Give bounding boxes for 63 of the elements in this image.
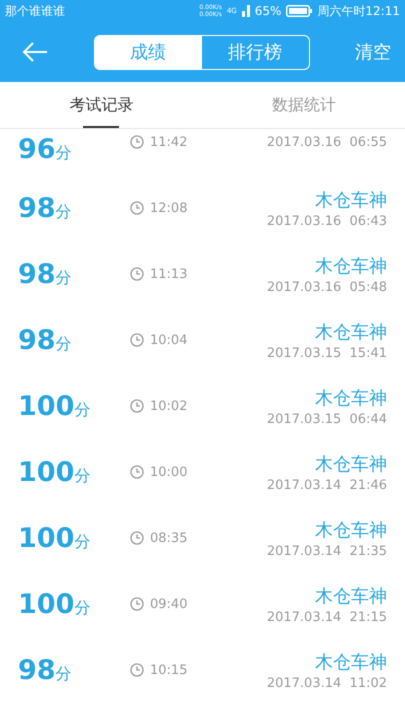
clock-icon <box>130 465 144 479</box>
user-name: 木仓车神 <box>315 320 387 344</box>
duration: 10:04 <box>150 332 188 348</box>
user-name: 木仓车神 <box>315 386 387 410</box>
clock-icon <box>130 267 144 281</box>
record-date: 2017.03.16 06:43 <box>266 214 387 228</box>
score: 98 <box>18 654 56 686</box>
record-date: 2017.03.14 21:15 <box>266 610 387 624</box>
score-unit: 分 <box>56 268 72 288</box>
score-unit: 分 <box>56 142 72 164</box>
tab[interactable]: 数据统计 <box>202 82 405 128</box>
signal-icon <box>242 5 250 17</box>
user-name: 木仓车神 <box>315 254 387 278</box>
user-name: 木仓车神 <box>315 584 387 608</box>
duration: 08:35 <box>150 530 188 546</box>
score-unit: 分 <box>56 334 72 354</box>
score: 96 <box>18 134 56 164</box>
user-name: 木仓车神 <box>315 452 387 476</box>
duration: 12:08 <box>150 200 188 216</box>
score: 100 <box>18 522 74 554</box>
user-name: 木仓车神 <box>315 650 387 674</box>
duration: 11:13 <box>150 266 188 282</box>
clock-icon <box>130 201 144 215</box>
duration: 10:00 <box>150 464 188 480</box>
score: 100 <box>18 456 74 488</box>
clock-icon <box>130 597 144 611</box>
duration: 10:02 <box>150 398 188 414</box>
score-unit: 分 <box>74 598 90 618</box>
duration: 11:42 <box>150 134 188 150</box>
segment-tab[interactable]: 成绩 <box>94 36 202 68</box>
score-unit: 分 <box>74 466 90 486</box>
clock: 周六午时12:11 <box>317 2 400 20</box>
score: 98 <box>18 258 56 290</box>
clock-icon <box>130 663 144 677</box>
clock-icon <box>130 135 144 149</box>
record-date: 2017.03.14 11:02 <box>266 676 387 690</box>
score-unit: 分 <box>74 400 90 420</box>
battery-percent: 65% <box>254 4 282 18</box>
clock-icon <box>130 531 144 545</box>
battery-icon <box>286 5 312 17</box>
carrier-name: 那个谁谁谁 <box>5 2 65 20</box>
user-name: 木仓车神 <box>315 188 387 212</box>
score: 98 <box>18 192 56 224</box>
score-unit: 分 <box>56 202 72 222</box>
duration: 10:15 <box>150 662 188 678</box>
score-unit: 分 <box>56 664 72 684</box>
score: 100 <box>18 588 74 620</box>
segment-tab[interactable]: 排行榜 <box>202 36 308 68</box>
record-date: 2017.03.14 21:35 <box>266 544 387 558</box>
clear-button[interactable]: 清空 <box>355 40 391 64</box>
back-icon[interactable] <box>22 42 48 62</box>
record-date: 2017.03.15 15:41 <box>266 346 387 360</box>
user-name: 木仓车神 <box>315 518 387 542</box>
record-date: 2017.03.15 06:44 <box>266 412 387 426</box>
score: 100 <box>18 390 74 422</box>
duration: 09:40 <box>150 596 188 612</box>
clock-icon <box>130 333 144 347</box>
clock-icon <box>130 399 144 413</box>
score-unit: 分 <box>74 532 90 552</box>
record-date: 2017.03.16 06:55 <box>266 134 387 150</box>
record-date: 2017.03.14 21:46 <box>266 478 387 492</box>
score: 98 <box>18 324 56 356</box>
record-date: 2017.03.16 05:48 <box>266 280 387 294</box>
